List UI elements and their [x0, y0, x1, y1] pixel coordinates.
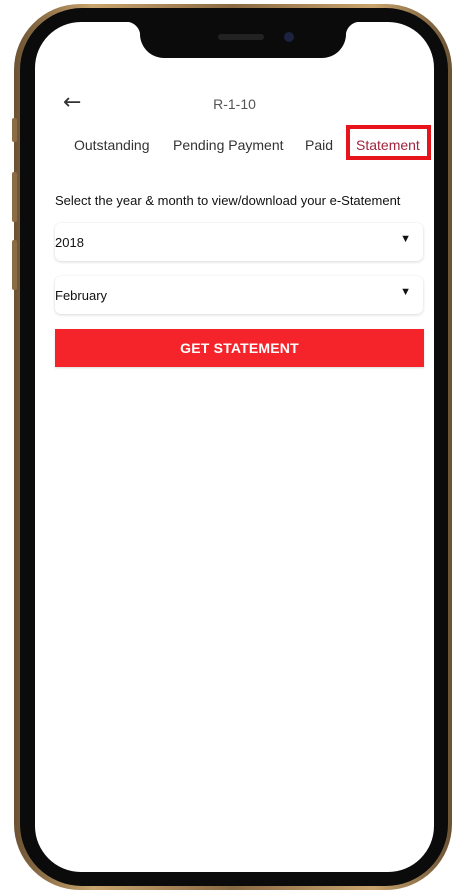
statement-tab-highlight: [346, 125, 431, 160]
caret-down-icon: ▼: [400, 286, 411, 298]
tab-pending-payment[interactable]: Pending Payment: [173, 137, 284, 153]
caret-down-icon: ▼: [400, 233, 411, 245]
tab-paid[interactable]: Paid: [305, 137, 333, 153]
volume-down-button: [12, 240, 17, 290]
tab-outstanding[interactable]: Outstanding: [74, 137, 150, 153]
get-statement-button[interactable]: GET STATEMENT: [55, 329, 424, 367]
year-select[interactable]: 2018 ▼: [55, 223, 423, 261]
month-select-value: February: [55, 288, 108, 303]
notch: [126, 22, 360, 58]
page-title: R-1-10: [213, 96, 256, 112]
volume-up-button: [12, 172, 17, 222]
statement-instruction: Select the year & month to view/download…: [55, 193, 401, 208]
speaker-grille: [218, 34, 264, 40]
mute-switch: [12, 118, 17, 142]
month-select[interactable]: February ▼: [55, 276, 423, 314]
year-select-value: 2018: [55, 235, 84, 250]
front-camera: [284, 32, 294, 42]
phone-screen: ← R-1-10 Outstanding Pending Payment Pai…: [35, 22, 434, 872]
